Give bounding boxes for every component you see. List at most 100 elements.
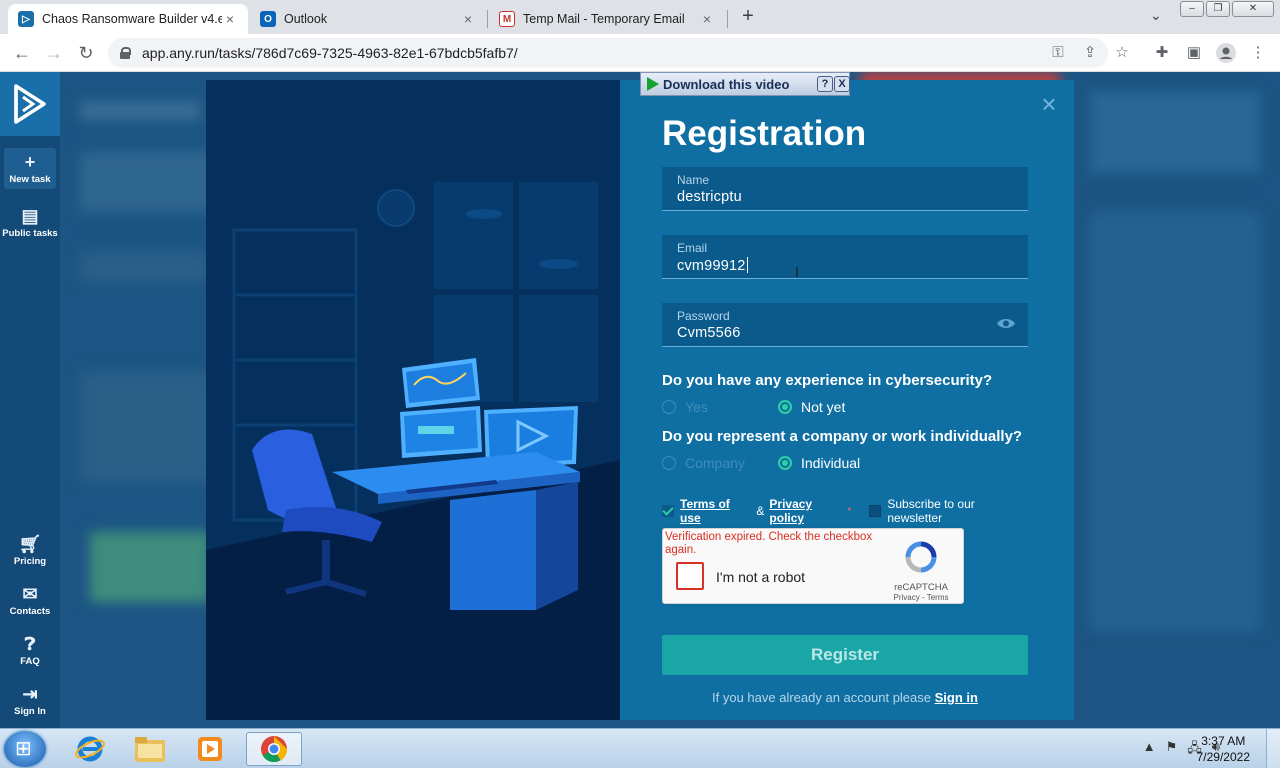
show-desktop-button[interactable] — [1266, 729, 1280, 768]
sidebar-item-pricing[interactable]: 🛒︎ Pricing — [0, 534, 60, 567]
profile-avatar-icon[interactable] — [1216, 43, 1236, 63]
back-arrow-icon[interactable]: ← — [10, 41, 34, 65]
terms-of-use-link[interactable]: Terms of use — [680, 497, 751, 525]
name-value: destricptu — [677, 189, 742, 205]
bookmark-star-icon[interactable]: ☆ — [1112, 43, 1132, 63]
tab-temp-mail[interactable]: M Temp Mail - Temporary Email × — [489, 4, 725, 34]
browser-toolbar: ← → ↻ app.any.run/tasks/786d7c69-7325-49… — [0, 34, 1280, 72]
minimize-icon[interactable]: – — [1180, 1, 1204, 17]
play-icon — [647, 77, 659, 91]
sidebar-label: New task — [9, 174, 51, 185]
experience-not-yet-radio[interactable]: Not yet — [778, 399, 845, 415]
individual-radio[interactable]: Individual — [778, 455, 860, 471]
recaptcha-privacy-terms[interactable]: Privacy - Terms — [891, 593, 951, 602]
signin-prompt-text: If you have already an account please — [712, 690, 931, 705]
name-field[interactable]: Name destricptu — [662, 167, 1028, 211]
password-field[interactable]: Password Cvm5566 — [662, 303, 1028, 347]
lock-icon — [120, 47, 131, 59]
document-icon: ▤ — [21, 206, 39, 226]
sidebar-label: Public tasks — [2, 228, 58, 239]
signin-prompt: If you have already an account please Si… — [662, 690, 1028, 705]
outlook-favicon-icon: O — [260, 11, 276, 27]
sidebar-item-public-tasks[interactable]: ▤ Public tasks — [0, 206, 60, 239]
page-title: Registration — [662, 114, 867, 153]
tab-separator — [487, 10, 488, 28]
side-panel-icon[interactable]: ▣ — [1184, 43, 1204, 63]
show-password-eye-icon[interactable] — [996, 317, 1016, 330]
captcha-checkbox[interactable] — [676, 562, 704, 590]
share-icon[interactable]: ⇪ — [1080, 43, 1100, 63]
tab-close-icon[interactable]: × — [460, 11, 476, 27]
internet-explorer-icon[interactable] — [62, 732, 118, 766]
tab-search-chevron-icon[interactable]: ⌄ — [1150, 7, 1162, 24]
start-button[interactable] — [4, 731, 46, 767]
help-button[interactable]: ? — [817, 76, 833, 92]
system-clock[interactable]: 3:37 AM 7/29/2022 — [1197, 733, 1250, 765]
reload-icon[interactable]: ↻ — [74, 41, 98, 65]
newsletter-checkbox[interactable] — [869, 505, 882, 517]
radio-label: Company — [685, 455, 745, 471]
cart-icon: 🛒︎ — [18, 534, 42, 554]
anyrun-logo-icon — [14, 84, 46, 124]
radio-label: Individual — [801, 455, 861, 471]
show-hidden-icons-icon[interactable]: ▲ — [1143, 739, 1156, 761]
sign-in-link[interactable]: Sign in — [935, 690, 978, 705]
ampersand: & — [756, 504, 765, 518]
tab-chaos-builder[interactable]: ▷ Chaos Ransomware Builder v4.ex × — [8, 4, 248, 34]
mail-favicon-icon: M — [499, 11, 515, 27]
tab-title: Outlook — [284, 12, 328, 26]
company-question: Do you represent a company or work indiv… — [662, 428, 1023, 445]
password-value: Cvm5566 — [677, 325, 741, 341]
email-field[interactable]: Email cvm99912 — [662, 235, 1028, 279]
windows-taskbar: ▲ ⚑ 🖧︎ 🔊︎ 3:37 AM 7/29/2022 — [0, 728, 1280, 768]
clock-time: 3:37 AM — [1201, 734, 1246, 748]
chrome-icon[interactable] — [246, 732, 302, 766]
menu-kebab-icon[interactable]: ⋮ — [1248, 43, 1268, 63]
sidebar-label: Sign In — [14, 706, 46, 717]
company-radio[interactable]: Company — [662, 455, 745, 471]
password-label: Password — [677, 309, 730, 323]
privacy-policy-link[interactable]: Privacy policy — [769, 497, 847, 525]
sidebar-item-faq[interactable]: ❓︎ FAQ — [0, 634, 60, 667]
sidebar-label: Pricing — [13, 556, 47, 567]
email-value-wrap: cvm99912 — [677, 257, 748, 274]
download-video-button[interactable]: Download this video — [663, 77, 789, 92]
window-close-icon[interactable]: ✕ — [1232, 1, 1274, 17]
newsletter-label: Subscribe to our newsletter — [887, 497, 975, 525]
sidebar-item-contacts[interactable]: ✉ Contacts — [0, 584, 60, 617]
recaptcha-brand: reCAPTCHA Privacy - Terms — [891, 541, 951, 602]
tab-separator — [727, 10, 728, 28]
forward-arrow-icon[interactable]: → — [42, 41, 66, 65]
sidebar-label: Contacts — [9, 606, 51, 617]
sidebar-item-sign-in[interactable]: ⇥ Sign In — [0, 684, 60, 717]
plus-icon: + — [24, 152, 36, 172]
captcha-error: Verification expired. Check the checkbox… — [665, 531, 873, 556]
radio-label: Not yet — [801, 399, 846, 415]
action-center-flag-icon[interactable]: ⚑ — [1166, 739, 1178, 761]
new-tab-button[interactable]: + — [736, 5, 760, 29]
text-caret — [746, 257, 748, 273]
download-video-bar: Download this video ? X — [640, 72, 850, 96]
sidebar-label: FAQ — [20, 656, 40, 667]
text-cursor-icon: I — [795, 264, 800, 281]
browser-tab-bar: ▷ Chaos Ransomware Builder v4.ex × O Out… — [0, 0, 1280, 34]
tab-close-icon[interactable]: × — [699, 11, 715, 27]
extensions-puzzle-icon[interactable]: ✚ — [1152, 43, 1172, 63]
sidebar-item-new-task[interactable]: + New task — [4, 148, 56, 189]
anyrun-logo[interactable] — [0, 72, 60, 136]
terms-checkbox[interactable] — [662, 505, 674, 517]
mail-icon: ✉ — [22, 584, 38, 604]
file-explorer-icon[interactable] — [122, 732, 178, 766]
key-icon[interactable]: ⚿ — [1048, 43, 1068, 63]
modal-close-icon[interactable]: × — [1038, 91, 1060, 117]
restore-icon[interactable]: ❐ — [1206, 1, 1230, 17]
tab-close-icon[interactable]: × — [222, 11, 238, 27]
address-bar[interactable]: app.any.run/tasks/786d7c69-7325-4963-82e… — [108, 38, 1108, 68]
experience-yes-radio[interactable]: Yes — [662, 399, 708, 415]
overlay-close-button[interactable]: X — [834, 76, 850, 92]
sign-in-icon: ⇥ — [22, 684, 38, 704]
tab-outlook[interactable]: O Outlook × — [250, 4, 486, 34]
terms-row: Terms of use & Privacy policy * Subscrib… — [662, 497, 1028, 525]
register-button[interactable]: Register — [662, 635, 1028, 675]
media-player-icon[interactable] — [182, 732, 238, 766]
